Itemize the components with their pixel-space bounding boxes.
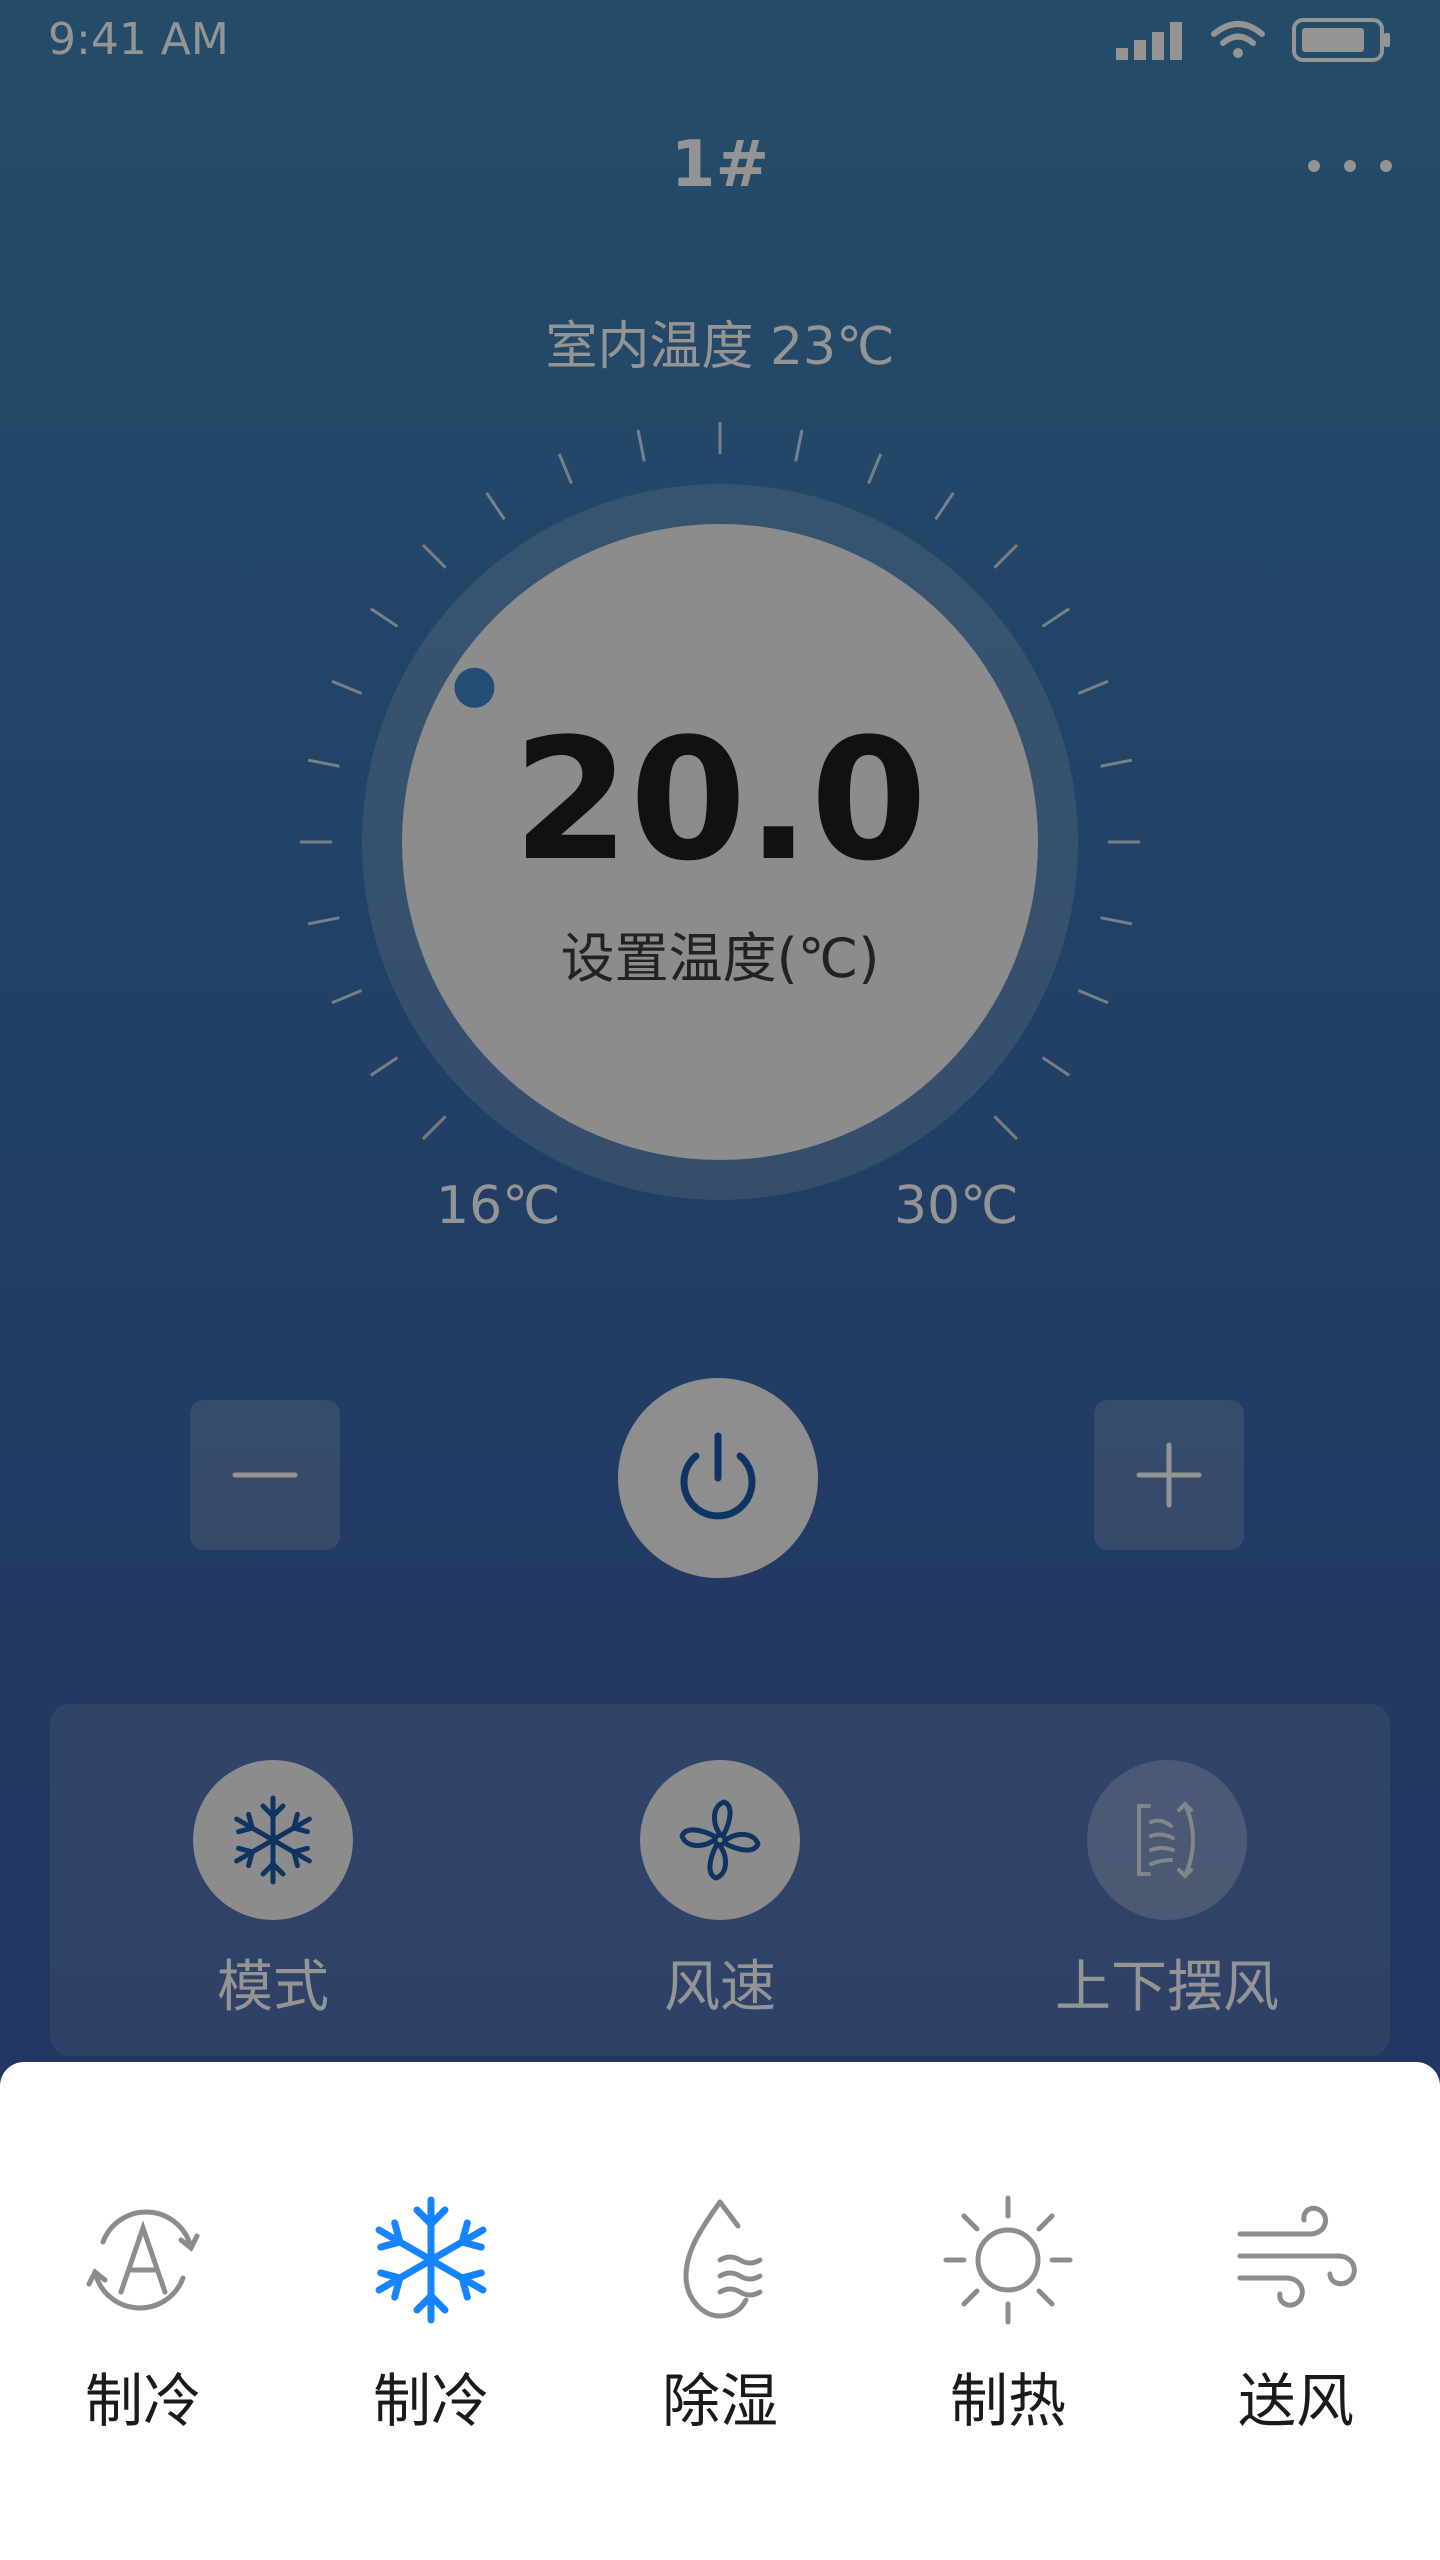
mode-option-dehumidify[interactable]: 除湿	[590, 2190, 850, 2438]
mode-option-label: 制冷	[84, 2367, 201, 2435]
mode-option-label: 制冷	[372, 2367, 489, 2435]
auto-mode-icon	[86, 2209, 200, 2311]
mode-option-label: 除湿	[661, 2367, 778, 2435]
mode-selection-sheet: 制冷 制冷 除湿 制热 送风	[0, 2062, 1440, 2560]
mode-option-fan[interactable]: 送风	[1166, 2190, 1426, 2438]
sun-icon	[943, 2195, 1073, 2325]
snowflake-icon	[375, 2196, 487, 2324]
droplet-icon	[683, 2199, 763, 2319]
mode-option-label: 制热	[949, 2367, 1066, 2435]
wind-icon	[1237, 2205, 1357, 2308]
mode-option-cool[interactable]: 制冷	[301, 2190, 561, 2438]
mode-option-heat[interactable]: 制热	[878, 2190, 1138, 2438]
app-screen: 9:41 AM 1# 室内温度 23℃ 20.0 设置温度(℃) 16℃ 30℃…	[0, 0, 1440, 2560]
mode-option-auto[interactable]: 制冷	[13, 2190, 273, 2438]
mode-option-label: 送风	[1237, 2367, 1354, 2435]
